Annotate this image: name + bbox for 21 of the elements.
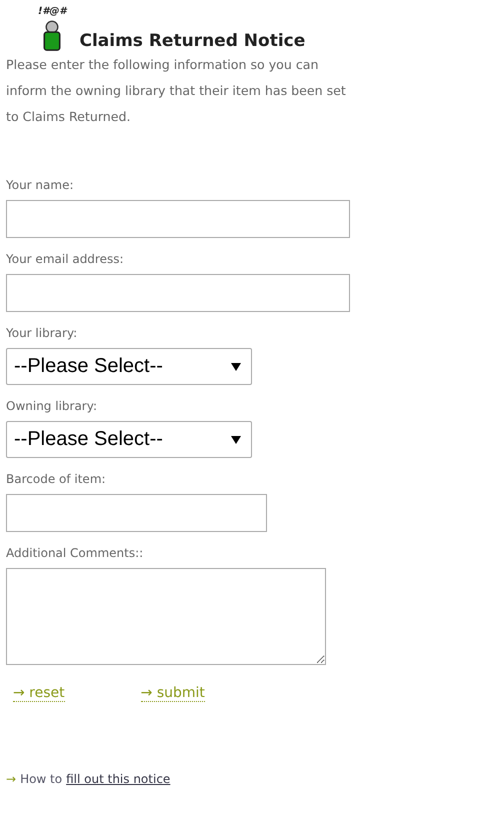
field-label: Barcode of item: — [6, 471, 106, 488]
field-label: Your name: — [6, 177, 74, 194]
library-dropdown[interactable]: --Please Select-- — [6, 421, 252, 458]
text-field[interactable] — [6, 494, 267, 532]
person-icon — [43, 20, 62, 52]
caret-icon — [231, 436, 241, 444]
field-label: Your library: — [6, 325, 78, 342]
intro-text: Please enter the following information so you can inform the owning library that their item has been set to Claims Returned. — [6, 56, 346, 126]
field-label: Your email address: — [6, 251, 124, 268]
text-field[interactable] — [6, 274, 350, 312]
help-link[interactable]: fill out this notice — [66, 772, 170, 786]
comments-field[interactable] — [6, 568, 326, 665]
icon-symbols: !#@# — [38, 6, 66, 18]
caret-icon — [231, 362, 241, 370]
text-field[interactable] — [6, 200, 350, 238]
page-title: Claims Returned Notice — [79, 30, 306, 52]
field-label: Owning library: — [6, 398, 98, 415]
help-text: How to — [20, 772, 62, 786]
arrow-icon: → — [6, 772, 16, 786]
field-label: Additional Comments:: — [6, 545, 144, 562]
library-dropdown[interactable]: --Please Select-- — [6, 348, 252, 385]
